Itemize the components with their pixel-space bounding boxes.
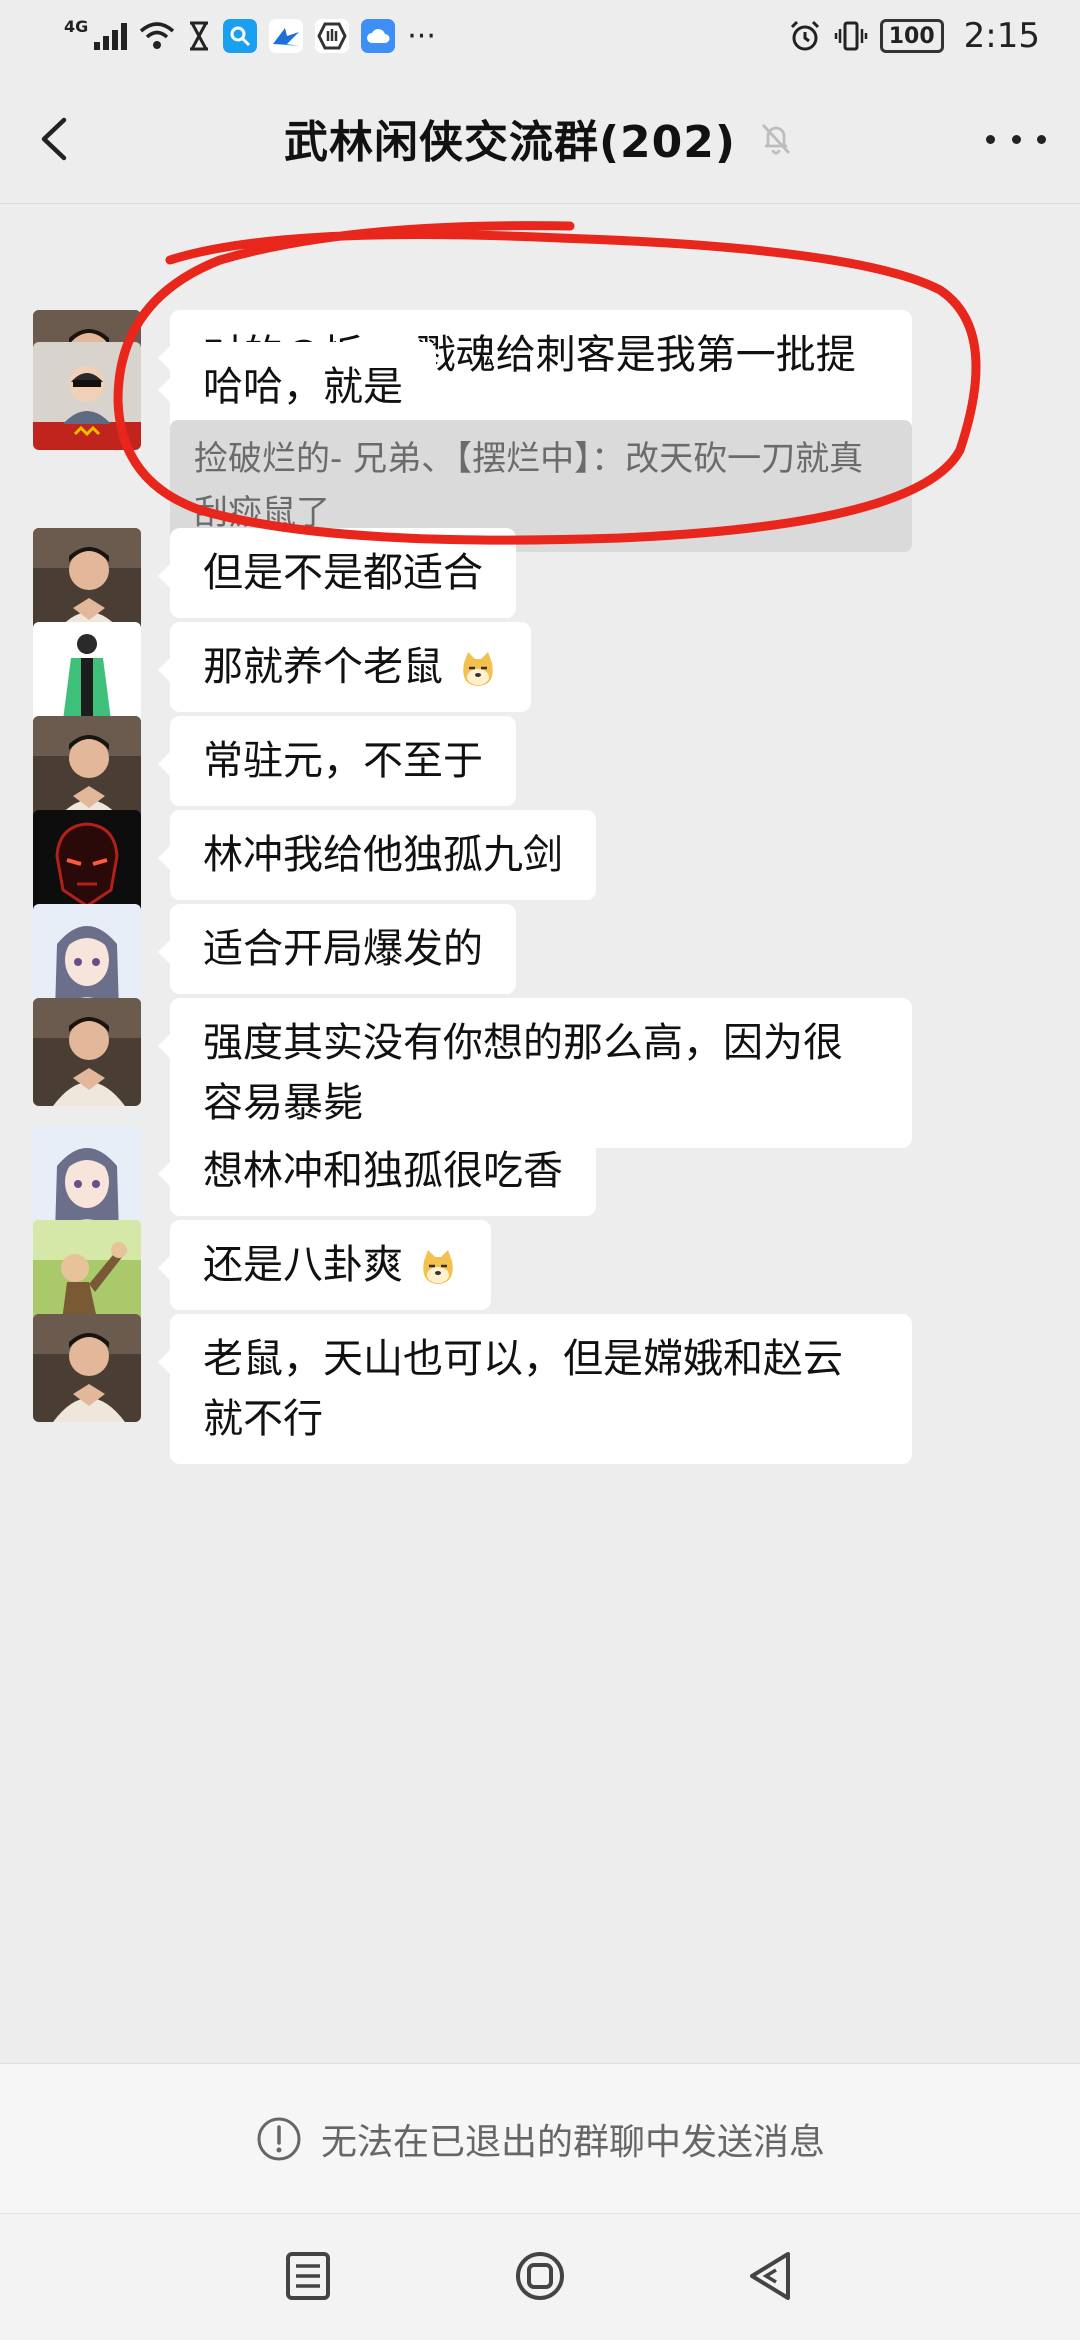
status-left: 4G ··· xyxy=(64,16,436,54)
quote-text: 捡破烂的- 兄弟、【摆烂中】：改天砍一刀就真刮痧鼠了 xyxy=(194,439,864,533)
clock: 2:15 xyxy=(963,16,1040,56)
notice-text: 无法在已退出的群聊中发送消息 xyxy=(320,2121,825,2163)
avatar[interactable] xyxy=(33,1314,141,1422)
alarm-icon xyxy=(790,20,819,51)
cloud-app-icon xyxy=(361,19,396,53)
avatar[interactable] xyxy=(33,904,141,1012)
avatar[interactable] xyxy=(33,716,141,824)
message-bubble[interactable]: 林冲我给他独孤九剑 xyxy=(158,810,596,900)
search-app-icon xyxy=(223,19,258,53)
home-icon[interactable] xyxy=(510,2246,570,2306)
message-bubble[interactable]: 哈哈，就是 xyxy=(158,342,436,432)
message-bubble[interactable]: 想林冲和独孤很吃香 xyxy=(158,1126,596,1216)
message-bubble[interactable]: 适合开局爆发的 xyxy=(158,904,516,994)
battery-level: 100 xyxy=(888,23,935,49)
avatar[interactable] xyxy=(33,528,141,636)
message-text: 强度其实没有你想的那么高，因为很容易暴毙 xyxy=(203,1020,843,1126)
battery-icon: 100 xyxy=(879,19,944,53)
exclamation-circle-icon xyxy=(257,2117,301,2160)
title-wrap: 武林闲侠交流群(202) xyxy=(284,106,796,170)
avatar[interactable] xyxy=(33,810,141,918)
system-nav-bar xyxy=(0,2213,1080,2340)
message-text: 林冲我给他独孤九剑 xyxy=(203,832,563,878)
chat-title: 武林闲侠交流群(202) xyxy=(283,116,737,168)
network-type: 4G xyxy=(64,16,89,36)
more-status-icons: ··· xyxy=(407,18,436,54)
message-list[interactable]: 对的@忻 ，戮魂给刺客是我第一批提出来 哈哈，就是 捡破烂的- 兄弟、【摆烂中】… xyxy=(0,205,1080,2063)
chat-header: 武林闲侠交流群(202) xyxy=(0,72,1080,204)
message-bubble[interactable]: 老鼠，天山也可以，但是嫦娥和赵云就不行 xyxy=(158,1314,912,1464)
message-bubble[interactable]: 还是八卦爽 xyxy=(158,1220,491,1310)
more-dots-icon[interactable] xyxy=(986,124,1046,154)
message-bubble[interactable]: 那就养个老鼠 xyxy=(158,622,531,712)
doge-emoji xyxy=(422,1250,453,1284)
message-bubble[interactable]: 常驻元，不至于 xyxy=(158,716,516,806)
message-text: 那就养个老鼠 xyxy=(203,644,443,690)
signal-icon xyxy=(94,22,128,50)
notice-bar: 无法在已退出的群聊中发送消息 xyxy=(0,2063,1080,2213)
message-text: 常驻元，不至于 xyxy=(203,738,483,784)
hand-app-icon xyxy=(315,19,350,53)
muted-bell-icon xyxy=(762,123,791,154)
hourglass-icon xyxy=(190,21,209,51)
avatar[interactable] xyxy=(33,1126,141,1234)
bird-app-icon xyxy=(269,19,304,53)
vibrate-icon xyxy=(834,21,867,51)
message-text: 但是不是都适合 xyxy=(203,550,483,596)
message-bubble[interactable]: 但是不是都适合 xyxy=(158,528,516,618)
message-text: 适合开局爆发的 xyxy=(203,926,483,972)
back-triangle-icon[interactable] xyxy=(742,2246,802,2306)
status-right: 100 2:15 xyxy=(788,16,1040,56)
avatar[interactable] xyxy=(33,342,141,450)
doge-emoji xyxy=(462,652,493,686)
avatar[interactable] xyxy=(33,998,141,1106)
message-text: 还是八卦爽 xyxy=(203,1242,403,1288)
avatar[interactable] xyxy=(33,1220,141,1328)
wifi-icon xyxy=(140,22,175,49)
message-text: 老鼠，天山也可以，但是嫦娥和赵云就不行 xyxy=(203,1336,843,1442)
back-arrow-icon[interactable] xyxy=(30,114,80,164)
menu-icon[interactable] xyxy=(278,2246,338,2306)
avatar[interactable] xyxy=(33,622,141,730)
message-text: 想林冲和独孤很吃香 xyxy=(203,1148,563,1194)
status-bar: 4G ··· 100 2:15 xyxy=(0,0,1080,72)
message-text: 哈哈，就是 xyxy=(203,364,403,410)
